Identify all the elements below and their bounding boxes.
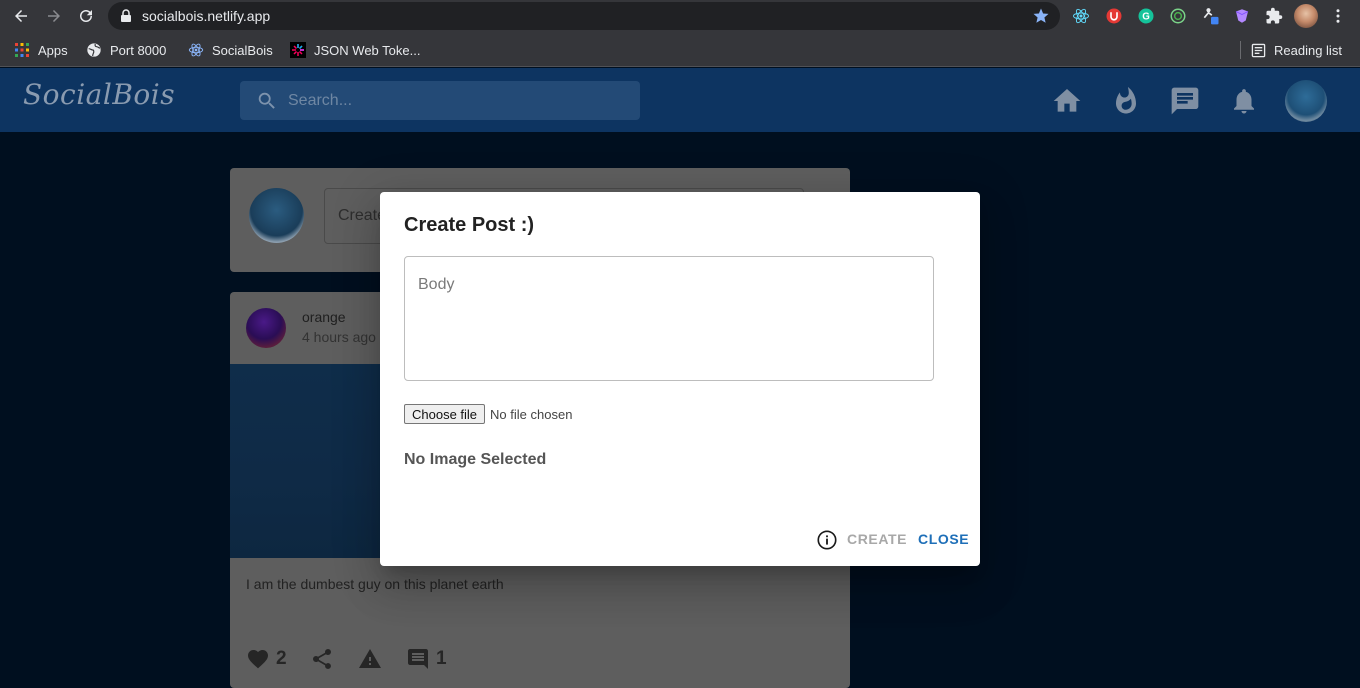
ublock-icon[interactable]	[1104, 6, 1124, 26]
bookmark-label: JSON Web Toke...	[314, 42, 421, 58]
menu-kebab-icon[interactable]	[1328, 6, 1348, 26]
report-button[interactable]	[358, 646, 382, 672]
react-icon	[188, 43, 204, 57]
fire-icon	[1116, 86, 1136, 114]
reload-button[interactable]	[74, 4, 98, 28]
search-bar[interactable]	[240, 81, 640, 120]
browser-toolbar: socialbois.netlify.app G	[0, 0, 1360, 32]
search-input[interactable]	[288, 81, 628, 120]
file-status: No file chosen	[490, 406, 573, 422]
app-logo[interactable]: SocialBois	[23, 78, 175, 111]
bookmarks-bar: Apps Port 8000 SocialBois JSON Web Toke.…	[0, 32, 1360, 67]
create-button[interactable]: CREATE	[847, 531, 907, 547]
create-post-dialog: Create Post :) Choose file No file chose…	[380, 192, 980, 566]
react-devtools-icon[interactable]	[1071, 6, 1091, 26]
puzzle-icon[interactable]	[1264, 6, 1284, 26]
app-navbar	[0, 68, 1360, 132]
body-textarea[interactable]	[405, 257, 933, 380]
arrow-left-icon	[15, 10, 27, 22]
bookmark-apps[interactable]: Apps	[14, 41, 68, 59]
heart-icon	[248, 650, 268, 669]
bookmark-socialbois[interactable]: SocialBois	[188, 41, 273, 59]
reload-icon	[80, 9, 92, 22]
reading-list-label: Reading list	[1274, 42, 1342, 58]
profile-avatar-icon[interactable]	[1294, 4, 1318, 28]
share-button[interactable]	[310, 646, 334, 672]
extension-figure-icon[interactable]	[1201, 6, 1221, 26]
notifications-button[interactable]	[1227, 84, 1261, 118]
info-icon[interactable]	[816, 529, 838, 551]
grammarly-icon[interactable]: G	[1136, 6, 1156, 26]
bookmark-port-8000[interactable]: Port 8000	[86, 41, 166, 59]
extension-target-icon[interactable]	[1168, 6, 1188, 26]
address-bar[interactable]: socialbois.netlify.app	[108, 2, 1060, 30]
post-body: I am the dumbest guy on this planet eart…	[246, 576, 504, 592]
like-count: 2	[276, 648, 287, 669]
bookmark-star-icon[interactable]	[1032, 7, 1050, 25]
url-text: socialbois.netlify.app	[142, 8, 271, 24]
file-picker: Choose file No file chosen	[404, 404, 572, 424]
back-button[interactable]	[9, 4, 33, 28]
like-button[interactable]: 2	[246, 646, 287, 672]
forward-button[interactable]	[42, 4, 66, 28]
svg-text:G: G	[1142, 11, 1150, 22]
comment-icon	[408, 649, 428, 669]
image-status: No Image Selected	[404, 451, 547, 468]
profile-avatar[interactable]	[1285, 80, 1327, 122]
create-post-placeholder: Create	[338, 207, 387, 224]
body-field[interactable]	[404, 256, 934, 381]
home-button[interactable]	[1050, 84, 1084, 118]
bookmark-label: SocialBois	[212, 42, 273, 58]
bookmarks-divider	[1240, 41, 1241, 59]
reading-list-button[interactable]: Reading list	[1251, 41, 1342, 59]
avatar	[249, 188, 304, 243]
chat-icon	[1171, 87, 1199, 115]
bell-icon	[1234, 89, 1254, 114]
messages-button[interactable]	[1168, 84, 1202, 118]
warning-icon	[359, 649, 381, 668]
close-button[interactable]: CLOSE	[918, 531, 969, 547]
search-icon	[258, 92, 275, 109]
post-avatar[interactable]	[246, 308, 286, 348]
post-timestamp: 4 hours ago	[302, 329, 376, 345]
bookmark-jwt[interactable]: JSON Web Toke...	[290, 41, 420, 59]
globe-icon	[87, 43, 101, 57]
bookmark-label: Port 8000	[110, 42, 167, 58]
comment-count: 1	[436, 648, 447, 669]
jwt-icon	[290, 42, 306, 58]
arrow-right-icon	[48, 10, 60, 22]
reading-list-icon	[1251, 43, 1266, 57]
extension-gem-icon[interactable]	[1232, 6, 1252, 26]
bookmark-label: Apps	[38, 42, 68, 58]
apps-grid-icon	[15, 43, 29, 57]
share-icon	[313, 649, 331, 669]
dialog-title: Create Post :)	[404, 214, 535, 236]
choose-file-button[interactable]: Choose file	[404, 404, 486, 424]
lock-icon	[121, 9, 131, 22]
home-icon	[1053, 89, 1081, 112]
comment-button[interactable]: 1	[406, 646, 447, 672]
post-username[interactable]: orange	[302, 309, 346, 325]
trending-button[interactable]	[1109, 84, 1143, 118]
